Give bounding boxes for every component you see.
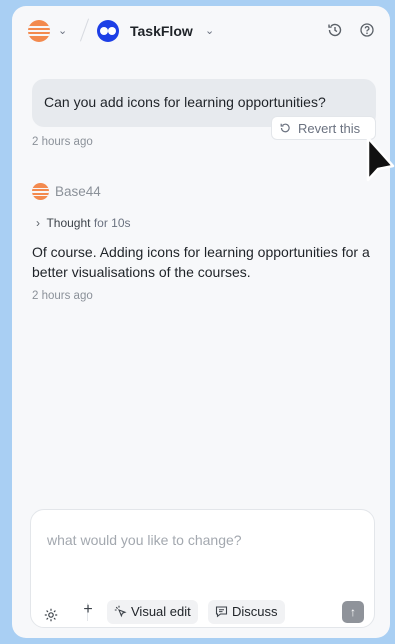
chat-bubble-icon [215, 606, 228, 618]
cursor-click-icon [114, 605, 127, 618]
visual-edit-label: Visual edit [131, 604, 191, 619]
app-name[interactable]: TaskFlow [130, 23, 193, 39]
thought-duration: for 10s [93, 216, 131, 230]
assistant-message: Of course. Adding icons for learning opp… [32, 244, 370, 280]
send-button[interactable]: ↑ [342, 601, 364, 623]
undo-icon [280, 123, 290, 133]
assistant-avatar-icon [32, 183, 49, 200]
thought-toggle[interactable]: › Thought for 10s [36, 216, 131, 230]
message-input[interactable] [47, 528, 357, 552]
header: ⌄ TaskFlow ⌄ [12, 6, 390, 54]
breadcrumb-divider [79, 18, 90, 42]
thought-label: Thought [46, 216, 91, 230]
assistant-timestamp: 2 hours ago [32, 290, 93, 302]
visual-edit-button[interactable]: Visual edit [107, 600, 198, 624]
chat-panel: ⌄ TaskFlow ⌄ Can you add icons for learn… [12, 6, 390, 638]
help-icon[interactable] [358, 21, 376, 39]
user-timestamp: 2 hours ago [32, 136, 93, 148]
history-icon[interactable] [326, 21, 344, 39]
assistant-name: Base44 [55, 184, 101, 199]
taskflow-logo-icon [97, 20, 119, 42]
chevron-right-icon: › [36, 216, 40, 230]
app-chevron-down-icon[interactable]: ⌄ [205, 24, 214, 37]
settings-icon[interactable] [43, 603, 59, 627]
chevron-down-icon[interactable]: ⌄ [58, 24, 67, 37]
discuss-label: Discuss [232, 604, 278, 619]
revert-label: Revert this [298, 121, 361, 136]
base44-logo-icon[interactable] [28, 20, 50, 42]
mouse-pointer-icon [366, 136, 395, 182]
revert-button[interactable]: Revert this [271, 116, 376, 140]
add-button[interactable]: + [81, 601, 95, 625]
composer: + Visual edit Discuss ↑ [30, 509, 375, 628]
discuss-button[interactable]: Discuss [208, 600, 285, 624]
